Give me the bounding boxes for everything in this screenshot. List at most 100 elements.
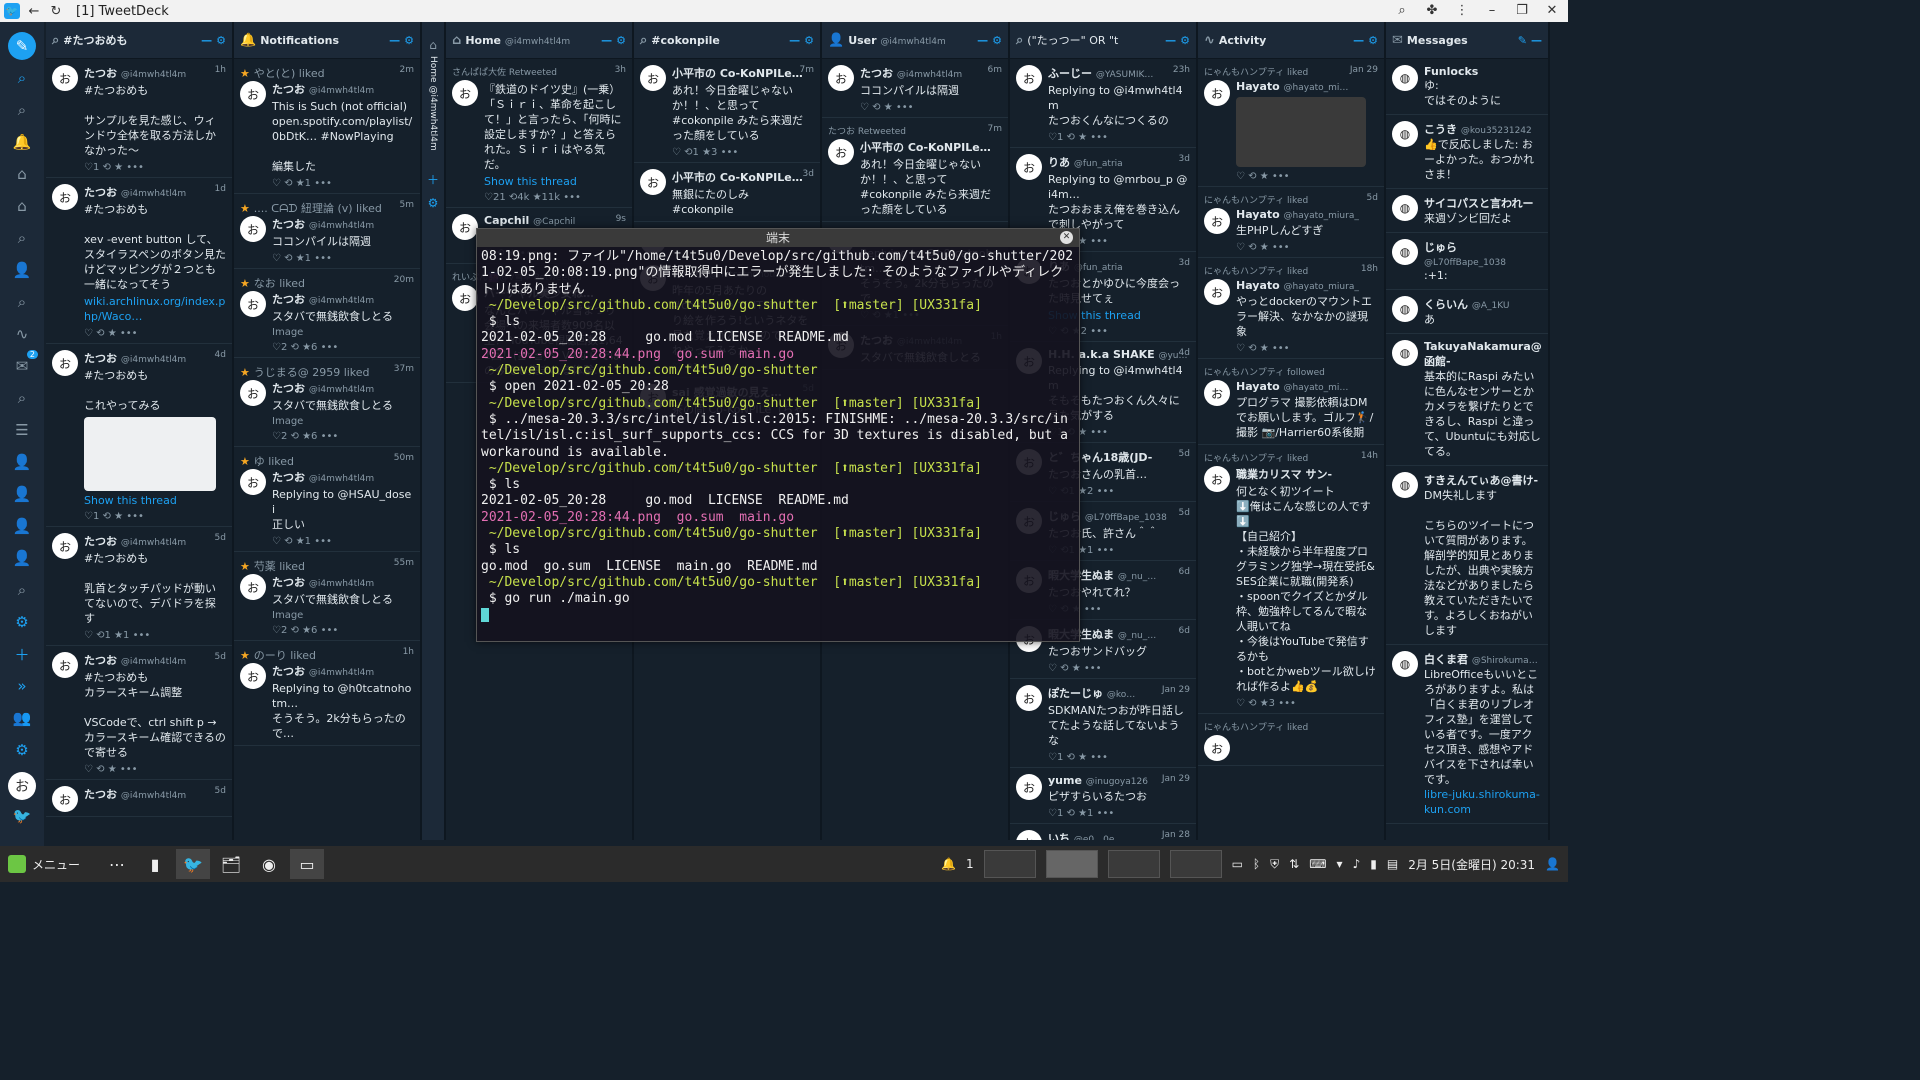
message-item[interactable]: ◍ じゅら @L70ffBape_1038:+1: [1386, 233, 1548, 290]
tweet[interactable]: 3d お小平市の Co-KoNPILe… 無銀にたのしみ #cokonpile [634, 163, 820, 222]
tweet[interactable]: にゃんもハンプティ liked Jan 29 お Hayato @hayato_mi…… [1198, 59, 1384, 187]
terminal-window[interactable]: 端末 ✕ 08:19.png: ファイル"/home/t4t5u0/Develo… [476, 228, 1080, 642]
reload-icon[interactable]: ↻ [48, 3, 64, 19]
avatar[interactable]: お [1016, 774, 1042, 800]
tweet-author[interactable]: たつお @i4mwh4tl4m [272, 291, 414, 307]
search-icon[interactable]: ⌕ [8, 64, 36, 92]
start-menu-button[interactable]: メニュー [0, 855, 98, 873]
avatar[interactable]: お [452, 214, 478, 240]
avatar[interactable]: お [52, 350, 78, 376]
tweet-actions[interactable]: ♡ ⟲ ★ ••• [1048, 663, 1190, 674]
tweetdeck-task-icon[interactable]: 🐦 [176, 849, 210, 879]
avatar[interactable]: お [452, 80, 478, 106]
workspace-2[interactable] [1045, 850, 1098, 878]
tweet-author[interactable]: たつお @i4mwh4tl4m [84, 652, 226, 668]
tweet[interactable]: 1h おたつお @i4mwh4tl4m #たつおめも サンプルを見た感じ、ウィンドウ… [46, 59, 232, 178]
chrome-icon[interactable]: ◉ [252, 849, 286, 879]
avatar[interactable]: お [240, 469, 266, 495]
notification-icon[interactable]: 🔔 [941, 857, 956, 871]
avatar[interactable]: お [240, 81, 266, 107]
user-icon[interactable]: 👤 [1545, 857, 1560, 871]
collapse-icon[interactable]: — [1531, 34, 1542, 47]
list-icon[interactable]: ☰ [8, 416, 36, 444]
tweet[interactable]: 6m おたつお @i4mwh4tl4m ココンパイルは隔週 ♡ ⟲ ★ ••• [822, 59, 1008, 118]
battery-icon[interactable]: ▮ [1370, 857, 1377, 871]
search-icon[interactable]: ⌕ [8, 576, 36, 604]
expand-icon[interactable]: » [8, 672, 36, 700]
message-item[interactable]: ◍ こうき @kou35231242 👍で反応しました: おーよかった。おつかれさま… [1386, 115, 1548, 189]
tweet-author[interactable]: たつお @i4mwh4tl4m [84, 184, 226, 200]
tweet-actions[interactable]: ♡ ⟲1 ★1 ••• [84, 630, 226, 641]
collapse-icon[interactable]: — [601, 34, 612, 47]
add-column-icon[interactable]: ＋ [8, 640, 36, 668]
avatar[interactable]: お [52, 184, 78, 210]
tweet-actions[interactable]: ♡1 ⟲ ★ ••• [84, 511, 226, 522]
notifications-icon[interactable]: 🔔 [8, 128, 36, 156]
close-icon[interactable]: ✕ [1060, 231, 1073, 244]
tweet-author[interactable]: たつお @i4mwh4tl4m [272, 216, 414, 232]
tweet[interactable]: にゃんもハンプティ liked お [1198, 714, 1384, 766]
tweet-link[interactable]: wiki.archlinux.org/index.php/Waco… [84, 294, 226, 324]
tweet-actions[interactable]: ♡2 ⟲ ★6 ••• [272, 342, 414, 353]
tweet-actions[interactable]: ♡ ⟲ ★ ••• [1236, 171, 1378, 182]
avatar[interactable]: ◍ [1392, 296, 1418, 322]
zoom-icon[interactable]: ⌕ [1394, 2, 1410, 18]
tweet[interactable]: さんぱぱ大佐 Retweeted 3h お『鉄道のドイツ史』(一乗）「Ｓｉｒｉ、革命… [446, 59, 632, 208]
tweet-actions[interactable]: ♡ ⟲ ★3 ••• [1236, 698, 1378, 709]
avatar[interactable]: ◍ [1392, 195, 1418, 221]
back-arrow-icon[interactable]: ← [26, 3, 42, 19]
avatar[interactable]: ◍ [1392, 121, 1418, 147]
tweet-photo[interactable] [1236, 97, 1366, 167]
add-icon[interactable]: ＋ [422, 171, 444, 188]
tweet-actions[interactable]: ♡1 ⟲ ★ ••• [1048, 752, 1190, 763]
tweet[interactable]: ★ ゆ liked 50m おたつお @i4mwh4tl4m Replying to … [234, 447, 420, 552]
app-launcher-icon[interactable]: ⋯ [100, 849, 134, 879]
close-icon[interactable]: ✕ [1544, 2, 1560, 18]
tweet[interactable]: にゃんもハンプティ liked 14h お職業カリスマ サン- 何となく初ツイート ⬇… [1198, 445, 1384, 714]
avatar[interactable]: お [8, 772, 36, 800]
message-item[interactable]: ◍ くらいん @A_1KU あ [1386, 290, 1548, 334]
more-menu-icon[interactable]: ⋮ [1454, 2, 1470, 18]
avatar[interactable]: お [240, 663, 266, 689]
avatar[interactable]: お [52, 533, 78, 559]
tweet[interactable]: ★ やと(と) liked 2m おたつお @i4mwh4tl4m This is S… [234, 59, 420, 194]
avatar[interactable]: お [452, 285, 478, 311]
column-options-icon[interactable]: ⚙ [216, 34, 226, 47]
activity-icon[interactable]: ∿ [8, 320, 36, 348]
tweet-author[interactable]: たつお @i4mwh4tl4m [84, 786, 226, 802]
clock[interactable]: 2月 5日(金曜日) 20:31 [1408, 856, 1535, 873]
tweet-actions[interactable]: ♡ ⟲ ★1 ••• [272, 536, 414, 547]
message-item[interactable]: ◍ 白くま君 @Shirokuma… LibreOfficeもいいところがありますよ… [1386, 645, 1548, 824]
user-icon[interactable]: 👤 [8, 512, 36, 540]
avatar[interactable]: お [640, 169, 666, 195]
calendar-icon[interactable]: ▤ [1387, 857, 1398, 871]
tweet[interactable]: 23h おふーじー @YASUMIK… Replying to @i4mwh4tl4… [1010, 59, 1196, 148]
twitter-bird-icon[interactable]: 🐦 [8, 802, 36, 830]
bluetooth-icon[interactable]: ᛒ [1253, 857, 1260, 871]
avatar[interactable]: お [1016, 685, 1042, 711]
compose-message-icon[interactable]: ✎ [1518, 34, 1527, 47]
collapse-icon[interactable]: — [977, 34, 988, 47]
terminal-titlebar[interactable]: 端末 ✕ [477, 229, 1079, 247]
tweet-author[interactable]: Hayato @hayato_miura_ [1236, 208, 1378, 221]
user-icon[interactable]: 👤 [8, 544, 36, 572]
avatar[interactable]: お [1016, 830, 1042, 840]
maximize-icon[interactable]: ❐ [1514, 2, 1530, 18]
tweet-author[interactable]: 職業カリスマ サン- [1236, 466, 1378, 482]
tweet[interactable]: たつお Retweeted 7m お小平市の Co-KoNPILe… あれ！今日金曜じ… [822, 118, 1008, 222]
tweet[interactable]: Jan 29 お yume @inugoya126 ピザすらいるたつお ♡1 ⟲ ★1 … [1010, 768, 1196, 824]
new-tweet-button[interactable]: ✎ [8, 32, 36, 60]
avatar[interactable]: お [1204, 466, 1230, 492]
workspace-1[interactable] [983, 850, 1036, 878]
tweet[interactable]: ★ 芍薬 liked 55m おたつお @i4mwh4tl4m スタバで無銭飲食しとる… [234, 552, 420, 641]
avatar[interactable]: お [640, 65, 666, 91]
tweet[interactable]: 5d おたつお @i4mwh4tl4m [46, 780, 232, 817]
minimize-icon[interactable]: – [1484, 2, 1500, 18]
file-manager-icon[interactable]: ▮ [138, 849, 172, 879]
avatar[interactable]: お [1204, 80, 1230, 106]
tweet-author[interactable]: 小平市の Co-KoNPILe… [672, 169, 814, 185]
tweet-actions[interactable]: ♡ ⟲ ★1 ••• [272, 178, 414, 189]
avatar[interactable]: お [1016, 154, 1042, 180]
user-icon[interactable]: 👤 [8, 256, 36, 284]
avatar[interactable]: お [1204, 380, 1230, 406]
